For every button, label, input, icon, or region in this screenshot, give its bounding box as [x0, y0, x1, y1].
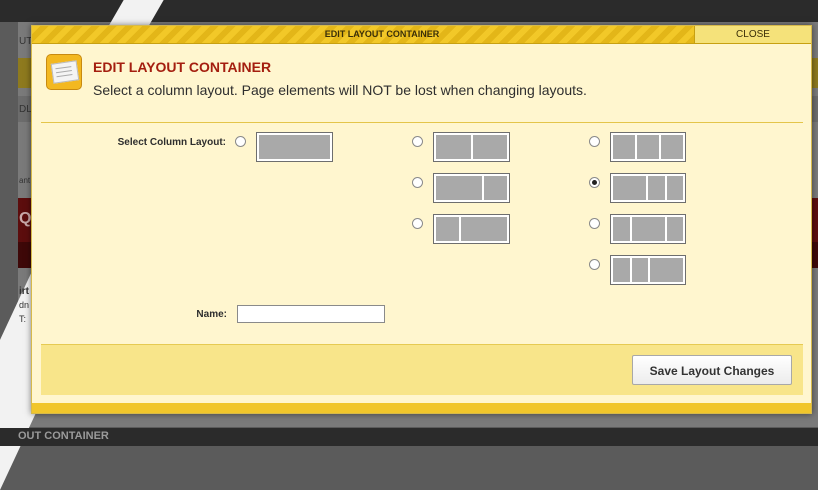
- layout-thumb-three-column-wide-left[interactable]: [610, 173, 686, 203]
- dialog-titlebar[interactable]: EDIT LAYOUT CONTAINER CLOSE: [32, 26, 811, 44]
- layout-radio-three-column-wide-center[interactable]: [589, 218, 600, 229]
- layout-radio-two-column-even[interactable]: [412, 136, 423, 147]
- layout-column-block: [436, 217, 459, 241]
- bg-fragment: dn: [19, 300, 30, 310]
- bg-bottom-label: OUT CONTAINER: [18, 430, 109, 442]
- layout-document-icon: [46, 54, 82, 90]
- layout-thumb-three-column-wide-right[interactable]: [610, 255, 686, 285]
- layout-column-block: [613, 258, 630, 282]
- bg-fragment: DL: [19, 104, 32, 115]
- layout-thumb-two-column-even[interactable]: [433, 132, 510, 162]
- layout-column-block: [613, 135, 635, 159]
- layout-column-block: [484, 176, 507, 200]
- dialog-bottom-bar: [32, 403, 811, 413]
- header-divider: [41, 122, 803, 123]
- layout-column-block: [631, 217, 665, 241]
- layout-column-block: [631, 258, 648, 282]
- layout-column-block: [461, 217, 507, 241]
- dialog-footer: Save Layout Changes: [41, 344, 803, 395]
- layout-column-block: [648, 176, 665, 200]
- layout-column-block: [666, 176, 683, 200]
- layout-column-block: [666, 217, 683, 241]
- name-input[interactable]: [237, 305, 385, 323]
- bg-bottom-bar: [0, 428, 818, 446]
- layout-column-block: [637, 135, 659, 159]
- dialog-heading: EDIT LAYOUT CONTAINER: [93, 59, 272, 75]
- layout-radio-two-column-wide-right[interactable]: [412, 218, 423, 229]
- layout-radio-two-column-wide-left[interactable]: [412, 177, 423, 188]
- dialog-titlebar-text: EDIT LAYOUT CONTAINER: [324, 29, 440, 39]
- layout-column-block: [661, 135, 683, 159]
- layout-column-block: [436, 176, 482, 200]
- layout-thumb-one-column[interactable]: [256, 132, 333, 162]
- layout-column-block: [613, 176, 646, 200]
- layout-thumb-two-column-wide-left[interactable]: [433, 173, 510, 203]
- layout-thumb-three-column-even[interactable]: [610, 132, 686, 162]
- layout-column-block: [613, 217, 630, 241]
- edit-layout-dialog: EDIT LAYOUT CONTAINER CLOSE EDIT LAYOUT …: [31, 25, 812, 414]
- layout-column-block: [259, 135, 330, 159]
- layout-radio-one-column[interactable]: [235, 136, 246, 147]
- dialog-instructions: Select a column layout. Page elements wi…: [93, 82, 587, 98]
- layout-column-block: [650, 258, 683, 282]
- select-layout-label: Select Column Layout:: [117, 137, 226, 148]
- name-label: Name:: [196, 309, 227, 320]
- layout-thumb-two-column-wide-right[interactable]: [433, 214, 510, 244]
- close-button[interactable]: CLOSE: [694, 26, 811, 43]
- layout-radio-three-column-even[interactable]: [589, 136, 600, 147]
- bg-fragment: ant: [19, 176, 31, 185]
- layout-radio-three-column-wide-left[interactable]: [589, 177, 600, 188]
- layout-thumb-three-column-wide-center[interactable]: [610, 214, 686, 244]
- layout-column-block: [472, 135, 507, 159]
- bg-fragment: T:: [19, 314, 27, 324]
- bg-fragment: irt: [19, 286, 29, 297]
- layout-radio-three-column-wide-right[interactable]: [589, 259, 600, 270]
- layout-column-block: [436, 135, 471, 159]
- save-layout-changes-button[interactable]: Save Layout Changes: [632, 355, 792, 385]
